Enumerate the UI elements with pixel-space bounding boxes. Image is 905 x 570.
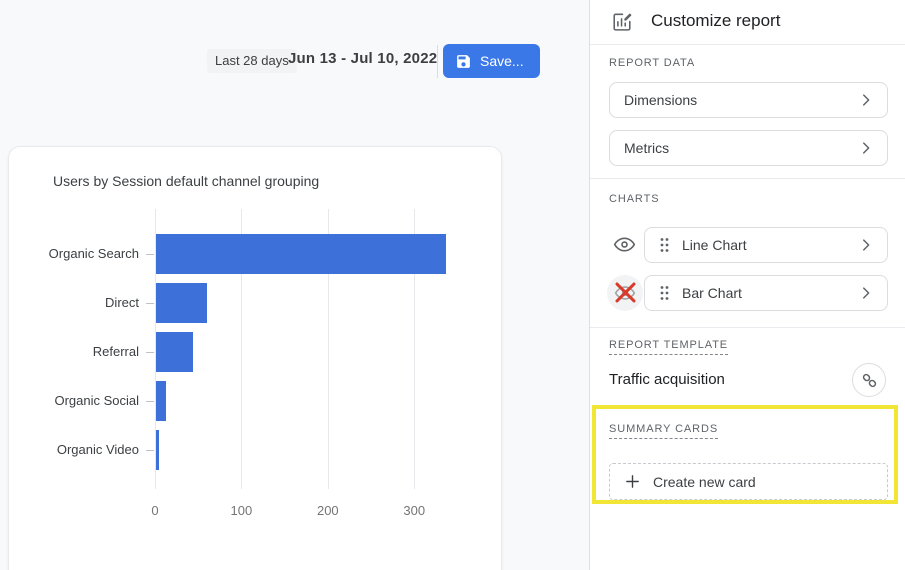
summary-cards-label-text: SUMMARY CARDS bbox=[609, 423, 718, 439]
chevron-right-icon bbox=[857, 236, 875, 254]
category-label: Direct bbox=[9, 283, 139, 323]
panel-header: Customize report bbox=[590, 0, 905, 45]
chart-title: Users by Session default channel groupin… bbox=[53, 173, 319, 189]
bar bbox=[156, 430, 159, 470]
bar-chart-label: Bar Chart bbox=[682, 285, 845, 301]
x-axis-tick-label: 0 bbox=[135, 503, 175, 518]
line-chart-label: Line Chart bbox=[682, 237, 845, 253]
charts-section-label: CHARTS bbox=[609, 193, 659, 205]
bar-chart: 0 100 200 300 Organic Search Direct Referral Or… bbox=[9, 209, 503, 549]
x-axis-tick-label: 200 bbox=[308, 503, 348, 518]
report-data-section-label: REPORT DATA bbox=[609, 57, 695, 69]
category-tick-mark bbox=[146, 254, 154, 255]
bar bbox=[156, 332, 193, 372]
drag-handle-icon[interactable] bbox=[659, 285, 670, 301]
summary-cards-section-label: SUMMARY CARDS bbox=[609, 423, 718, 439]
dimensions-label: Dimensions bbox=[624, 92, 857, 108]
bar bbox=[156, 381, 166, 421]
panel-title: Customize report bbox=[651, 11, 780, 31]
category-tick-mark bbox=[146, 303, 154, 304]
section-divider bbox=[590, 327, 905, 328]
bar bbox=[156, 234, 446, 274]
x-axis-tick-label: 100 bbox=[221, 503, 261, 518]
bar bbox=[156, 283, 207, 323]
category-tick-mark bbox=[146, 401, 154, 402]
bar-chart-visibility-toggle[interactable] bbox=[607, 275, 643, 311]
category-label: Organic Video bbox=[9, 430, 139, 470]
report-template-label-text: REPORT TEMPLATE bbox=[609, 339, 728, 355]
metrics-label: Metrics bbox=[624, 140, 857, 156]
line-chart-visibility-toggle[interactable] bbox=[613, 233, 636, 256]
save-button-label: Save... bbox=[480, 53, 524, 69]
bar-chart-row[interactable]: Bar Chart bbox=[644, 275, 888, 311]
unlink-icon bbox=[860, 371, 879, 390]
category-label: Referral bbox=[9, 332, 139, 372]
date-preset-chip[interactable]: Last 28 days bbox=[207, 49, 297, 73]
category-label: Organic Social bbox=[9, 381, 139, 421]
section-divider bbox=[590, 178, 905, 179]
app-window: Last 28 days Jun 13 - Jul 10, 2022 Save.… bbox=[0, 0, 905, 570]
customize-report-panel: Customize report REPORT DATA Dimensions … bbox=[589, 0, 905, 570]
unlink-template-button[interactable] bbox=[852, 363, 886, 397]
eye-icon bbox=[613, 233, 636, 256]
create-new-card-label: Create new card bbox=[653, 474, 756, 490]
customize-report-icon bbox=[611, 11, 633, 38]
drag-handle-icon[interactable] bbox=[659, 237, 670, 253]
date-range-text[interactable]: Jun 13 - Jul 10, 2022 bbox=[288, 50, 437, 67]
category-label: Organic Search bbox=[9, 234, 139, 274]
save-icon bbox=[455, 53, 472, 70]
metrics-button[interactable]: Metrics bbox=[609, 130, 888, 166]
plus-icon bbox=[624, 473, 641, 490]
report-template-section-label: REPORT TEMPLATE bbox=[609, 339, 728, 355]
report-toolbar: Last 28 days Jun 13 - Jul 10, 2022 Save.… bbox=[0, 44, 589, 80]
category-tick-mark bbox=[146, 450, 154, 451]
create-new-card-button[interactable]: Create new card bbox=[609, 463, 888, 500]
line-chart-row[interactable]: Line Chart bbox=[644, 227, 888, 263]
x-axis-tick-label: 300 bbox=[394, 503, 434, 518]
chart-card: Users by Session default channel groupin… bbox=[8, 146, 502, 570]
report-canvas: Last 28 days Jun 13 - Jul 10, 2022 Save.… bbox=[0, 0, 589, 570]
dimensions-button[interactable]: Dimensions bbox=[609, 82, 888, 118]
report-template-name: Traffic acquisition bbox=[609, 371, 725, 388]
toolbar-divider bbox=[437, 45, 438, 78]
category-tick-mark bbox=[146, 352, 154, 353]
chevron-right-icon bbox=[857, 139, 875, 157]
chevron-right-icon bbox=[857, 91, 875, 109]
chevron-right-icon bbox=[857, 284, 875, 302]
save-button[interactable]: Save... bbox=[443, 44, 540, 78]
